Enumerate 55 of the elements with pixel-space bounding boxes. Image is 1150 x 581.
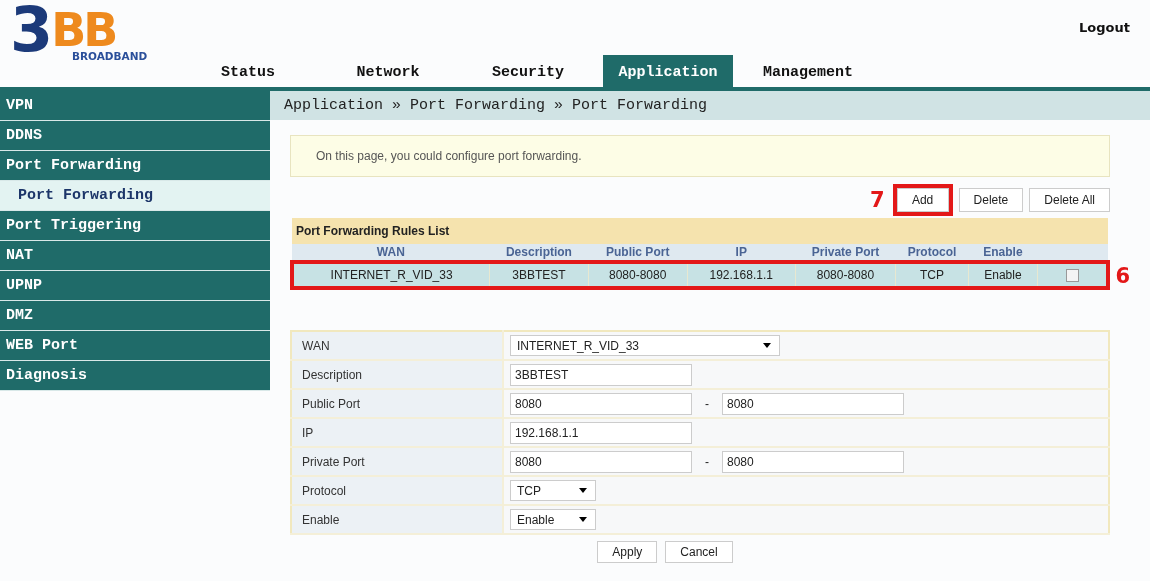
form-button[interactable]: Apply — [597, 541, 658, 563]
table-title: Port Forwarding Rules List — [292, 218, 1108, 244]
callout-number: 7 — [870, 188, 885, 212]
caret-icon — [763, 343, 771, 348]
sidebar-item[interactable]: DDNS — [0, 121, 270, 151]
field-label: Description — [291, 360, 503, 389]
dropdown[interactable]: INTERNET_R_VID_33 — [510, 335, 780, 356]
range-separator: - — [704, 396, 710, 411]
dropdown[interactable]: TCP — [510, 480, 596, 501]
caret-icon — [579, 517, 587, 522]
table-cell: INTERNET_R_VID_33 — [292, 262, 490, 288]
action-button[interactable]: Delete All — [1029, 188, 1110, 212]
field-label: WAN — [291, 331, 503, 360]
input-field[interactable]: 3BBTEST — [510, 363, 692, 386]
logout-link[interactable]: Logout — [1079, 20, 1130, 35]
field-label: Public Port — [291, 389, 503, 418]
breadcrumb: Application » Port Forwarding » Port Forwarding — [270, 91, 1150, 120]
nav-tab[interactable]: Network — [323, 55, 453, 87]
table-cell: 8080-8080 — [795, 262, 896, 288]
caret-icon — [579, 488, 587, 493]
range-separator: - — [704, 454, 710, 469]
sidebar-item[interactable]: WEB Port — [0, 331, 270, 361]
row-checkbox[interactable] — [1065, 269, 1079, 283]
table-cell: Enable — [968, 262, 1038, 288]
field-label: Protocol — [291, 476, 503, 505]
sidebar-item[interactable]: Port Forwarding — [0, 181, 270, 211]
sidebar-item[interactable]: Diagnosis — [0, 361, 270, 391]
action-button[interactable]: Add — [896, 188, 949, 212]
sidebar-item[interactable]: Port Forwarding — [0, 151, 270, 181]
sidebar-item[interactable]: NAT — [0, 241, 270, 271]
callout-number: 6 — [1115, 264, 1130, 288]
input-field[interactable]: 8080 — [510, 450, 692, 473]
table-cell: 8080-8080 — [588, 262, 688, 288]
form-button[interactable]: Cancel — [665, 541, 733, 563]
input-field[interactable]: 8080 — [722, 450, 904, 473]
table-cell: TCP — [895, 262, 969, 288]
nav-tab[interactable]: Status — [183, 55, 313, 87]
input-field[interactable]: 8080 — [510, 392, 692, 415]
nav-tab[interactable]: Management — [743, 55, 873, 87]
info-text: On this page, you could configure port forwarding. — [316, 149, 582, 163]
input-field[interactable]: 8080 — [722, 392, 904, 415]
sidebar-item[interactable]: VPN — [0, 91, 270, 121]
table-cell: 3BBTEST — [489, 262, 589, 288]
sidebar-item[interactable]: DMZ — [0, 301, 270, 331]
table-cell: 192.168.1.1 — [687, 262, 796, 288]
dropdown[interactable]: Enable — [510, 509, 596, 530]
sidebar-item[interactable]: Port Triggering — [0, 211, 270, 241]
input-field[interactable]: 192.168.1.1 — [510, 421, 692, 444]
field-label: Enable — [291, 505, 503, 534]
field-label: Private Port — [291, 447, 503, 476]
action-button[interactable]: Delete — [958, 188, 1024, 212]
nav-tab[interactable]: Security — [463, 55, 593, 87]
sidebar-item[interactable]: UPNP — [0, 271, 270, 301]
field-label: IP — [291, 418, 503, 447]
nav-tab[interactable]: Application — [603, 55, 733, 87]
